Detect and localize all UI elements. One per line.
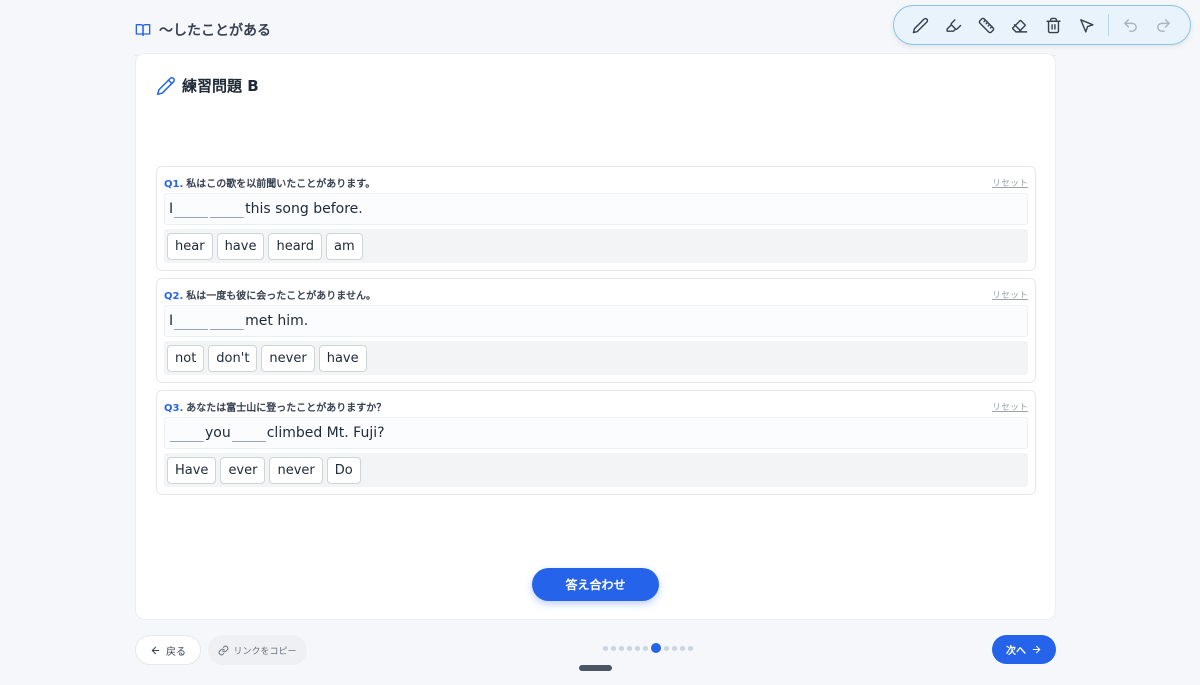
question-prompt: Q1. 私はこの歌を以前聞いたことがあります。 bbox=[164, 179, 376, 190]
undo-icon bbox=[1123, 18, 1137, 32]
check-answers-button[interactable]: 答え合わせ bbox=[532, 568, 659, 601]
toolbar-divider bbox=[1107, 14, 1109, 36]
trash-icon bbox=[1045, 17, 1061, 33]
page-dot[interactable] bbox=[627, 645, 632, 651]
word-bank: hear have heard am bbox=[164, 229, 1028, 263]
page-dot[interactable] bbox=[688, 645, 693, 651]
select-tool-button[interactable] bbox=[1070, 8, 1103, 42]
page-dot[interactable] bbox=[611, 645, 616, 651]
word-chip[interactable]: not bbox=[167, 344, 205, 372]
eraser-tool-button[interactable] bbox=[1003, 8, 1036, 42]
drawing-toolbar bbox=[893, 5, 1191, 45]
answer-blank[interactable] bbox=[170, 424, 204, 442]
highlighter-tool-button[interactable] bbox=[937, 8, 970, 42]
eraser-icon bbox=[1012, 19, 1028, 33]
reset-link[interactable]: リセット bbox=[992, 400, 1028, 413]
copy-link-button[interactable]: リンクをコピー bbox=[208, 635, 307, 665]
cursor-icon bbox=[1079, 18, 1094, 33]
answer-sentence: I met him. bbox=[164, 305, 1028, 337]
book-icon bbox=[135, 23, 151, 36]
word-chip[interactable]: heard bbox=[268, 232, 323, 260]
undo-button[interactable] bbox=[1114, 8, 1147, 42]
question-2: Q2. 私は一度も彼に会ったことがありません。 リセット I met him. n… bbox=[156, 278, 1036, 383]
page-dot[interactable] bbox=[635, 645, 640, 651]
question-1: Q1. 私はこの歌を以前聞いたことがあります。 リセット I this song … bbox=[156, 166, 1036, 271]
exercise-title-text: 練習問題 B bbox=[182, 77, 259, 95]
redo-button[interactable] bbox=[1147, 8, 1180, 42]
answer-blank[interactable] bbox=[231, 424, 266, 442]
arrow-left-icon bbox=[151, 646, 160, 654]
exercise-title: 練習問題 B bbox=[156, 75, 259, 96]
answer-blank[interactable] bbox=[210, 312, 245, 330]
word-chip[interactable]: have bbox=[318, 344, 367, 372]
pencil-icon bbox=[156, 76, 175, 95]
arrow-right-icon bbox=[1032, 645, 1041, 654]
word-chip[interactable]: Do bbox=[326, 456, 361, 484]
answer-sentence: I this song before. bbox=[164, 193, 1028, 225]
question-prompt: Q2. 私は一度も彼に会ったことがありません。 bbox=[164, 291, 376, 302]
word-bank: Have ever never Do bbox=[164, 453, 1028, 487]
word-chip[interactable]: Have bbox=[167, 456, 217, 484]
page-indicator bbox=[603, 643, 693, 653]
redo-icon bbox=[1157, 18, 1170, 32]
word-chip[interactable]: am bbox=[326, 232, 363, 260]
ruler-icon bbox=[979, 17, 995, 33]
exercise-card: 練習問題 B Q1. 私はこの歌を以前聞いたことがあります。 リセット I thi… bbox=[135, 53, 1056, 620]
word-chip[interactable]: ever bbox=[220, 456, 266, 484]
page-dot[interactable] bbox=[672, 645, 677, 651]
word-bank: not don't never have bbox=[164, 341, 1028, 375]
home-indicator-handle bbox=[579, 665, 612, 671]
word-chip[interactable]: have bbox=[216, 232, 265, 260]
pencil-icon bbox=[912, 17, 929, 33]
delete-tool-button[interactable] bbox=[1037, 8, 1070, 42]
answer-blank[interactable] bbox=[174, 200, 209, 218]
page-title: 〜したことがある bbox=[159, 22, 271, 39]
word-chip[interactable]: never bbox=[261, 344, 315, 372]
answer-blank[interactable] bbox=[174, 312, 209, 330]
reset-link[interactable]: リセット bbox=[992, 288, 1028, 301]
link-icon bbox=[219, 645, 229, 655]
word-chip[interactable]: don't bbox=[208, 344, 258, 372]
next-button[interactable]: 次へ bbox=[992, 635, 1056, 664]
page-dot[interactable] bbox=[603, 645, 608, 651]
answer-sentence: you climbed Mt. Fuji? bbox=[164, 417, 1028, 449]
answer-blank[interactable] bbox=[210, 200, 245, 218]
question-3: Q3. あなたは富士山に登ったことがありますか？ リセット you climbed… bbox=[156, 390, 1036, 495]
page-dot-active[interactable] bbox=[651, 643, 661, 653]
word-chip[interactable]: never bbox=[269, 456, 323, 484]
page-dot[interactable] bbox=[643, 645, 648, 651]
reset-link[interactable]: リセット bbox=[992, 176, 1028, 189]
question-prompt: Q3. あなたは富士山に登ったことがありますか？ bbox=[164, 403, 387, 414]
back-button[interactable]: 戻る bbox=[135, 635, 201, 665]
word-chip[interactable]: hear bbox=[167, 232, 213, 260]
page-dot[interactable] bbox=[664, 645, 669, 651]
ruler-tool-button[interactable] bbox=[970, 8, 1003, 42]
page-dot[interactable] bbox=[680, 645, 685, 651]
highlighter-icon bbox=[946, 18, 962, 32]
pen-tool-button[interactable] bbox=[904, 8, 937, 42]
page-dot[interactable] bbox=[619, 645, 624, 651]
